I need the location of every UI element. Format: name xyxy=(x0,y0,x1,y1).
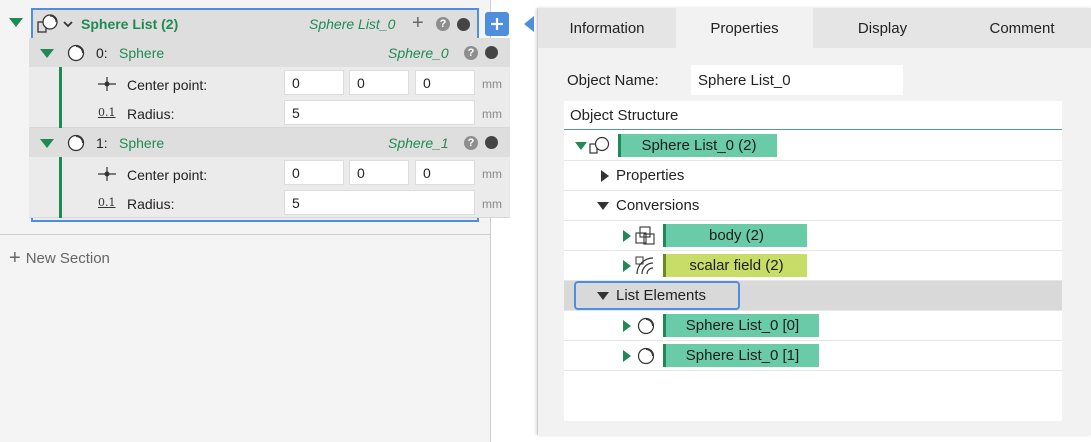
sphere-icon xyxy=(637,347,655,365)
expand-toggle-properties[interactable] xyxy=(601,170,609,182)
body-icon xyxy=(635,226,655,245)
sphere-node-1[interactable]: 1: Sphere Sphere_1 ? Center point: 0 0 0… xyxy=(29,128,510,218)
collapse-toggle-list[interactable] xyxy=(9,18,23,27)
sphere-object-name[interactable]: Sphere_0 xyxy=(388,45,449,61)
tree-tag-root[interactable]: Sphere List_0 (2) xyxy=(618,134,777,157)
object-structure-header: Object Structure xyxy=(564,101,1062,130)
center-point-label: Center point: xyxy=(127,167,208,183)
tab-information[interactable]: Information xyxy=(538,8,676,48)
radius-input[interactable]: 5 xyxy=(284,100,475,125)
plus-icon: + xyxy=(9,247,21,269)
help-icon[interactable]: ? xyxy=(464,46,478,60)
tree-label-properties: Properties xyxy=(616,167,685,184)
chevron-down-icon[interactable] xyxy=(62,19,74,29)
expand-toggle-body[interactable] xyxy=(623,230,631,242)
radius-input[interactable]: 5 xyxy=(284,190,475,215)
tree-tag-element-1[interactable]: Sphere List_0 [1] xyxy=(663,344,819,367)
sphere-index: 0: xyxy=(96,45,108,61)
list-elements-highlight xyxy=(574,281,740,310)
radius-label: Radius: xyxy=(127,196,175,212)
tab-properties[interactable]: Properties xyxy=(676,8,813,48)
object-name-input[interactable]: Sphere List_0 xyxy=(691,65,903,95)
center-unit: mm xyxy=(482,167,502,181)
center-unit: mm xyxy=(482,77,502,91)
collapse-toggle-sphere-1[interactable] xyxy=(40,139,54,148)
tree-tag-body[interactable]: body (2) xyxy=(663,224,807,247)
object-structure-tree: Object Structure Sphere List_0 (2) Prope… xyxy=(564,101,1062,421)
sphere-icon xyxy=(67,134,85,152)
radius-icon: 0.1 xyxy=(98,196,116,209)
properties-tab-content: Object Name: Sphere List_0 Object Struct… xyxy=(538,48,1091,435)
tree-label-conversions: Conversions xyxy=(616,197,700,214)
scalar-field-icon xyxy=(635,256,654,275)
tab-display[interactable]: Display xyxy=(813,8,952,48)
help-icon[interactable]: ? xyxy=(464,136,478,150)
sphere-index: 1: xyxy=(96,135,108,151)
center-point-icon xyxy=(98,77,116,91)
sphere-type: Sphere xyxy=(119,135,165,151)
radius-icon: 0.1 xyxy=(98,106,116,119)
sphere-object-name[interactable]: Sphere_1 xyxy=(388,135,449,151)
sphere-type: Sphere xyxy=(119,45,165,61)
add-node-button[interactable] xyxy=(485,12,509,36)
sphere-node-1-header[interactable]: 1: Sphere Sphere_1 ? xyxy=(29,128,510,157)
list-node-title: Sphere List (2) xyxy=(81,16,179,32)
expand-toggle-element-0[interactable] xyxy=(623,320,631,332)
center-point-label: Center point: xyxy=(127,77,208,93)
new-section-label: New Section xyxy=(25,249,110,267)
tab-comment[interactable]: Comment xyxy=(952,8,1091,48)
sphere-icon xyxy=(67,44,85,62)
radius-unit: mm xyxy=(482,197,502,211)
center-z-input[interactable]: 0 xyxy=(415,70,475,95)
new-section-button[interactable]: + New Section xyxy=(9,248,110,268)
expand-toggle-root[interactable] xyxy=(575,142,587,150)
tree-row-root[interactable]: Sphere List_0 (2) xyxy=(564,131,1062,161)
plus-icon xyxy=(491,18,503,30)
tree-row-scalar-field[interactable]: scalar field (2) xyxy=(564,251,1062,281)
radius-label: Radius: xyxy=(127,106,175,122)
status-dot-icon xyxy=(485,46,498,59)
status-dot-icon xyxy=(485,136,498,149)
center-point-icon xyxy=(98,167,116,181)
sphere-list-icon xyxy=(37,14,58,33)
node-editor-panel: Sphere List (2) Sphere List_0 + ? 0: Sph… xyxy=(0,0,510,442)
sphere-node-1-bar xyxy=(59,157,62,218)
tree-tag-scalar-field[interactable]: scalar field (2) xyxy=(663,254,807,277)
tree-row-element-0[interactable]: Sphere List_0 [0] xyxy=(564,311,1062,341)
inspector-tabs: Information Properties Display Comment xyxy=(538,8,1091,48)
section-divider xyxy=(0,234,490,235)
sphere-node-0-bar xyxy=(59,67,62,128)
tree-row-properties[interactable]: Properties xyxy=(564,161,1062,191)
status-dot-icon xyxy=(457,18,470,31)
tree-tag-element-0[interactable]: Sphere List_0 [0] xyxy=(663,314,819,337)
sphere-node-0-header[interactable]: 0: Sphere Sphere_0 ? xyxy=(29,38,510,67)
expand-toggle-element-1[interactable] xyxy=(623,350,631,362)
center-y-input[interactable]: 0 xyxy=(349,70,409,95)
help-icon[interactable]: ? xyxy=(436,17,450,31)
expand-toggle-conversions[interactable] xyxy=(597,202,609,210)
center-x-input[interactable]: 0 xyxy=(284,160,344,185)
object-structure-label: Object Structure xyxy=(570,106,679,124)
sphere-list-icon xyxy=(589,136,610,154)
object-name-label: Object Name: xyxy=(567,72,659,89)
center-x-input[interactable]: 0 xyxy=(284,70,344,95)
tree-row-element-1[interactable]: Sphere List_0 [1] xyxy=(564,341,1062,371)
tree-row-body[interactable]: body (2) xyxy=(564,221,1062,251)
sphere-icon xyxy=(637,317,655,335)
add-element-button[interactable]: + xyxy=(412,12,424,35)
panel-pointer xyxy=(524,16,534,32)
center-y-input[interactable]: 0 xyxy=(349,160,409,185)
inspector-panel: Information Properties Display Comment O… xyxy=(537,8,1091,435)
list-node-object-name[interactable]: Sphere List_0 xyxy=(309,16,395,32)
expand-toggle-scalar-field[interactable] xyxy=(623,260,631,272)
collapse-toggle-sphere-0[interactable] xyxy=(40,49,54,58)
center-z-input[interactable]: 0 xyxy=(415,160,475,185)
sphere-node-0[interactable]: 0: Sphere Sphere_0 ? Center point: 0 0 0… xyxy=(29,38,510,128)
radius-unit: mm xyxy=(482,107,502,121)
tree-row-conversions[interactable]: Conversions xyxy=(564,191,1062,221)
